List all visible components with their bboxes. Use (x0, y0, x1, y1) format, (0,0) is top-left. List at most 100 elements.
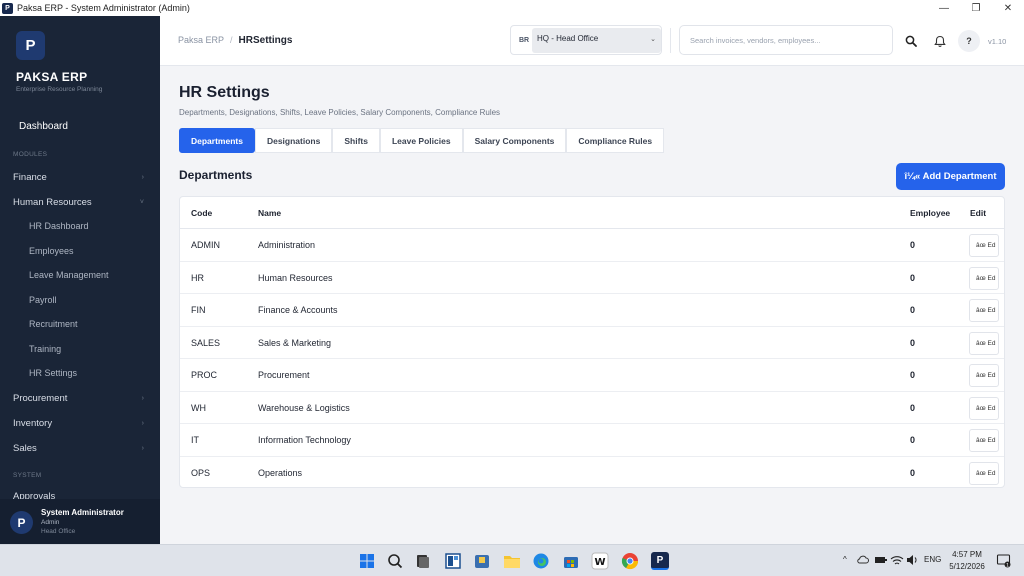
chevron-right-icon: › (141, 419, 144, 427)
breadcrumb: Paksa ERP / HRSettings (178, 35, 292, 46)
notifications-button[interactable] (929, 30, 951, 52)
close-button[interactable]: ✕ (992, 0, 1024, 16)
language-indicator[interactable]: ENG (924, 555, 941, 564)
app-store-icon[interactable] (473, 552, 491, 570)
logo-icon[interactable]: P (16, 31, 45, 60)
table-header: Code Name Employee Edit (180, 197, 1004, 229)
clock-time: 4:57 PM (952, 550, 982, 559)
system-section-label: SYSTEM (13, 472, 42, 479)
chevron-down-icon: ˅ (139, 198, 144, 206)
sidebar-item-training[interactable]: Training (0, 339, 160, 359)
minimize-button[interactable]: — (928, 0, 960, 16)
chevron-right-icon: › (141, 173, 144, 181)
cell-employees: 0 (910, 402, 916, 413)
sidebar-item-hr-dashboard[interactable]: HR Dashboard (0, 216, 160, 236)
cell-code: PROC (191, 370, 218, 380)
battery-icon[interactable] (874, 553, 888, 567)
sidebar-item-label: Inventory (13, 417, 53, 429)
sidebar-item-inventory[interactable]: Inventory › (0, 413, 160, 433)
sidebar-item-label: Human Resources (13, 196, 92, 208)
cell-code: ADMIN (191, 240, 220, 250)
table-row: FIN Finance & Accounts 0 âœ Ed (180, 294, 1004, 327)
table-row: ADMIN Administration 0 âœ Ed (180, 229, 1004, 262)
search-button[interactable] (900, 30, 922, 52)
tab-salary-components[interactable]: Salary Components (462, 128, 567, 153)
page-subtitle: Departments, Designations, Shifts, Leave… (179, 108, 501, 117)
sidebar-item-hr-settings[interactable]: HR Settings (0, 363, 160, 383)
branch-dropdown[interactable]: HQ - Head Office ⌄ (532, 28, 661, 53)
tab-compliance-rules[interactable]: Compliance Rules (566, 128, 665, 153)
app-w-icon[interactable]: W (591, 552, 609, 570)
user-branch: Head Office (41, 528, 76, 535)
edit-button[interactable]: âœ Ed (969, 331, 999, 355)
svg-text:1: 1 (1006, 562, 1009, 568)
file-explorer-icon[interactable] (503, 552, 521, 570)
tab-leave-policies[interactable]: Leave Policies (379, 128, 463, 153)
departments-table: Code Name Employee Edit ADMIN Administra… (179, 196, 1005, 488)
settings-tabs: Departments Designations Shifts Leave Po… (179, 128, 665, 153)
sidebar-item-sales[interactable]: Sales › (0, 438, 160, 458)
edit-button[interactable]: âœ Ed (969, 429, 999, 452)
edit-button[interactable]: âœ Ed (969, 461, 999, 485)
search-icon (905, 35, 917, 47)
user-name: System Administrator (41, 508, 124, 517)
edge-browser-icon[interactable] (532, 552, 550, 570)
system-clock[interactable]: 4:57 PM 5/12/2026 (944, 549, 990, 573)
cloud-icon[interactable] (856, 553, 870, 567)
breadcrumb-current: HRSettings (238, 35, 293, 46)
tab-designations[interactable]: Designations (254, 128, 333, 153)
chevron-right-icon: › (141, 444, 144, 452)
sidebar-item-employees[interactable]: Employees (0, 241, 160, 261)
windows-start-icon[interactable] (358, 552, 376, 570)
sidebar-item-finance[interactable]: Finance › (0, 167, 160, 187)
add-department-button[interactable]: î¼« Add Department (896, 163, 1005, 190)
sidebar-item-recruitment[interactable]: Recruitment (0, 314, 160, 334)
cell-name: Sales & Marketing (258, 337, 332, 348)
wifi-icon[interactable] (890, 553, 904, 567)
widgets-icon[interactable] (444, 552, 462, 570)
edit-button[interactable]: âœ Ed (969, 266, 999, 290)
notification-center-icon[interactable]: 1 (996, 553, 1011, 568)
sidebar-item-human-resources[interactable]: Human Resources ˅ (0, 192, 160, 212)
divider (670, 28, 671, 53)
maximize-button[interactable]: ❐ (960, 0, 992, 16)
tab-shifts[interactable]: Shifts (332, 128, 380, 153)
taskbar: W P ^ ENG 4:57 PM 5/12/2026 1 (0, 544, 1024, 576)
tab-departments[interactable]: Departments (179, 128, 255, 153)
edit-button[interactable]: âœ Ed (969, 396, 999, 420)
user-profile[interactable]: P System Administrator Admin Head Office (0, 499, 160, 544)
modules-section-label: MODULES (13, 151, 48, 158)
search-input[interactable]: Search invoices, vendors, employees... (679, 25, 893, 55)
volume-icon[interactable] (905, 553, 919, 567)
table-row: HR Human Resources 0 âœ Ed (180, 262, 1004, 294)
cell-code: IT (191, 435, 199, 445)
task-view-icon[interactable] (414, 552, 432, 570)
sidebar-item-payroll[interactable]: Payroll (0, 290, 160, 310)
help-button[interactable]: ? (958, 30, 980, 52)
chrome-icon[interactable] (621, 552, 639, 570)
store-icon[interactable] (562, 552, 580, 570)
cell-name: Administration (258, 240, 316, 250)
edit-button[interactable]: âœ Ed (969, 299, 999, 322)
cell-code: SALES (191, 337, 221, 348)
cell-employees: 0 (910, 467, 916, 478)
cell-name: Finance & Accounts (258, 305, 338, 315)
user-role: Admin (41, 519, 60, 526)
edit-button[interactable]: âœ Ed (969, 234, 999, 257)
app-icon: P (2, 2, 13, 14)
tray-overflow-icon[interactable]: ^ (843, 555, 847, 564)
branch-select[interactable]: BR HQ - Head Office ⌄ (510, 25, 662, 55)
search-icon[interactable] (386, 552, 404, 570)
window-controls: — ❐ ✕ (928, 0, 1024, 16)
paksa-erp-taskbar-icon[interactable]: P (651, 552, 669, 570)
edit-button[interactable]: âœ Ed (969, 364, 999, 387)
sidebar-item-leave-management[interactable]: Leave Management (0, 265, 160, 285)
sidebar-item-procurement[interactable]: Procurement › (0, 388, 160, 408)
sidebar-item-dashboard[interactable]: Dashboard (8, 116, 152, 136)
window-title: Paksa ERP - System Administrator (Admin) (17, 3, 190, 13)
breadcrumb-root[interactable]: Paksa ERP (178, 35, 224, 45)
clock-date: 5/12/2026 (949, 562, 985, 571)
cell-employees: 0 (910, 272, 916, 283)
cell-name: Warehouse & Logistics (258, 402, 350, 413)
cell-name: Operations (258, 467, 303, 478)
